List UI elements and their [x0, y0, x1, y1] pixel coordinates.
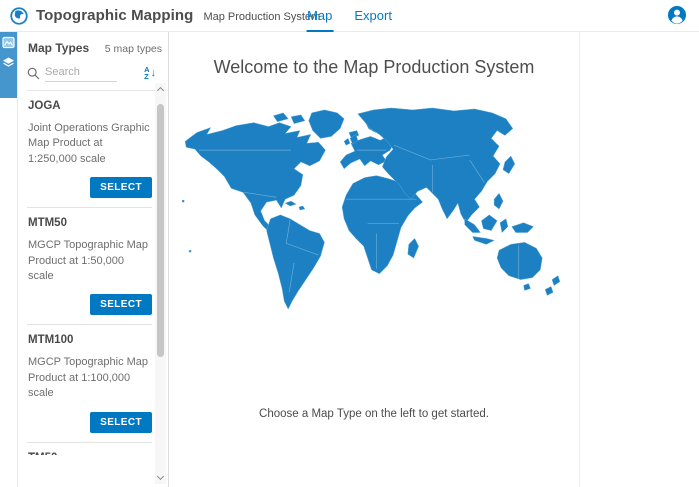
get-started-instruction: Choose a Map Type on the left to get sta…	[169, 408, 579, 420]
brand: Topographic Mapping Map Production Syste…	[0, 7, 320, 25]
welcome-title: Welcome to the Map Production System	[169, 57, 579, 78]
map-type-description: MGCP Topographic Map Product at 1:50,000…	[28, 238, 152, 284]
scroll-up-arrow-icon[interactable]	[157, 87, 164, 94]
sort-az-letters: AZ	[144, 66, 149, 80]
app-title: Topographic Mapping	[36, 7, 193, 24]
select-button-mtm50[interactable]: SELECT	[90, 294, 152, 315]
list-item-tm50: TM50 Topographic Map Product at 1:50,000…	[27, 442, 152, 455]
sort-az-icon[interactable]: AZ ↓	[144, 66, 156, 80]
map-type-name: MTM50	[28, 217, 152, 229]
map-type-description: MGCP Topographic Map Product at 1:100,00…	[28, 355, 152, 401]
map-types-count: 5 map types	[105, 43, 162, 55]
tool-rail	[0, 32, 18, 487]
world-map-graphic	[173, 106, 575, 312]
tab-export[interactable]: Export	[353, 0, 393, 32]
map-type-name: MTM100	[28, 334, 152, 346]
app-header: Topographic Mapping Map Production Syste…	[0, 0, 699, 32]
globe-icon	[10, 7, 28, 25]
search-input[interactable]	[45, 64, 117, 82]
user-account-icon[interactable]	[667, 5, 687, 25]
list-item-mtm50: MTM50 MGCP Topographic Map Product at 1:…	[27, 207, 152, 324]
panel-header: Map Types 5 map types	[27, 32, 168, 55]
app-subtitle: Map Production System	[203, 8, 320, 23]
sidebar-scrollbar[interactable]	[155, 83, 166, 484]
map-type-name: TM50	[28, 452, 152, 455]
select-button-mtm100[interactable]: SELECT	[90, 412, 152, 433]
right-filler	[580, 32, 699, 487]
content-row: Map Types 5 map types AZ ↓ JOGA Joint Op…	[0, 32, 699, 487]
tool-rail-active-group	[0, 32, 17, 98]
tab-map[interactable]: Map	[306, 0, 333, 32]
sort-down-arrow: ↓	[151, 67, 157, 79]
layers-icon[interactable]	[2, 56, 15, 69]
search-row: AZ ↓	[27, 64, 168, 82]
map-type-list: JOGA Joint Operations Graphic Map Produc…	[27, 91, 168, 455]
welcome-panel: Welcome to the Map Production System	[169, 32, 580, 487]
scrollbar-thumb[interactable]	[157, 104, 164, 357]
map-types-panel: Map Types 5 map types AZ ↓ JOGA Joint Op…	[18, 32, 169, 487]
list-item-joga: JOGA Joint Operations Graphic Map Produc…	[27, 91, 152, 207]
list-item-mtm100: MTM100 MGCP Topographic Map Product at 1…	[27, 324, 152, 441]
select-button-joga[interactable]: SELECT	[90, 177, 152, 198]
header-tabs: Map Export	[306, 0, 393, 32]
panel-title: Map Types	[28, 41, 89, 55]
map-type-description: Joint Operations Graphic Map Product at …	[28, 121, 152, 167]
map-type-name: JOGA	[28, 100, 152, 112]
basemap-icon[interactable]	[2, 36, 15, 49]
scroll-down-arrow-icon[interactable]	[157, 473, 164, 480]
search-icon	[27, 67, 40, 80]
